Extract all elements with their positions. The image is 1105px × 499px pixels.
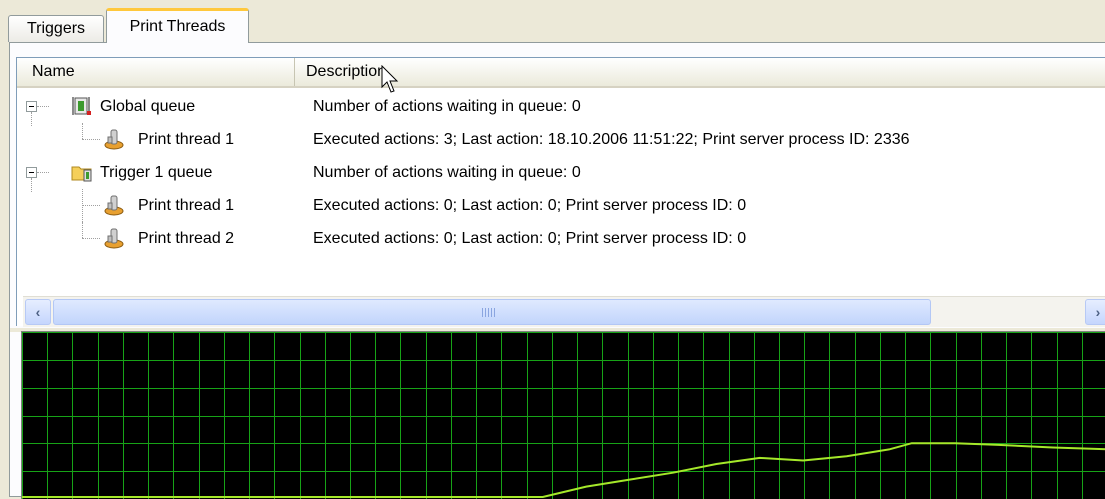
- tree-row-trigger-queue[interactable]: Trigger 1 queue Number of actions waitin…: [17, 156, 1105, 192]
- column-header-name[interactable]: Name: [17, 58, 295, 86]
- collapse-toggle[interactable]: [26, 101, 37, 112]
- tree-row-print-thread[interactable]: Print thread 2 Executed actions: 0; Last…: [17, 222, 1105, 255]
- scroll-left-button[interactable]: ‹: [25, 299, 51, 325]
- tree-connector: [82, 222, 83, 238]
- tab-triggers[interactable]: Triggers: [8, 15, 104, 42]
- horizontal-scrollbar[interactable]: ‹ ›: [23, 296, 1105, 327]
- tree-row-label: Global queue: [100, 98, 196, 115]
- column-header: Name Description: [17, 58, 1105, 88]
- scroll-thumb[interactable]: [53, 299, 931, 325]
- tree-row-description: Executed actions: 0; Last action: 0; Pri…: [313, 197, 747, 214]
- graph-background: [22, 332, 1105, 499]
- tree-row-label: Print thread 2: [138, 230, 235, 247]
- tree-connector: [82, 139, 100, 140]
- tab-print-threads[interactable]: Print Threads: [106, 8, 249, 43]
- scroll-right-button[interactable]: ›: [1085, 299, 1105, 325]
- threads-tree-list[interactable]: Name Description Global queue Number of …: [16, 57, 1105, 327]
- collapse-toggle[interactable]: [26, 167, 37, 178]
- tree-row-description: Executed actions: 3; Last action: 18.10.…: [313, 131, 910, 148]
- tree-connector: [37, 106, 49, 107]
- column-header-description[interactable]: Description: [296, 58, 1105, 86]
- tree-row-global-queue[interactable]: Global queue Number of actions waiting i…: [17, 90, 1105, 126]
- tree-connector: [82, 238, 100, 239]
- tab-panel: Name Description Global queue Number of …: [9, 42, 1105, 499]
- tree-row-print-thread[interactable]: Print thread 1 Executed actions: 3; Last…: [17, 123, 1105, 156]
- tree-connector: [82, 123, 83, 139]
- queue-icon: [72, 97, 91, 115]
- activity-graph: [21, 331, 1105, 499]
- tab-strip: Triggers Print Threads: [0, 0, 1105, 43]
- tree-row-print-thread[interactable]: Print thread 1 Executed actions: 0; Last…: [17, 189, 1105, 222]
- tree-row-description: Executed actions: 0; Last action: 0; Pri…: [313, 230, 747, 247]
- tree-connector: [37, 172, 49, 173]
- tree-row-label: Print thread 1: [138, 197, 235, 214]
- tree-row-description: Number of actions waiting in queue: 0: [313, 98, 581, 115]
- folder-queue-icon: [71, 166, 92, 182]
- tree-connector: [82, 205, 100, 206]
- tree-row-label: Print thread 1: [138, 131, 235, 148]
- tree-row-label: Trigger 1 queue: [100, 164, 213, 181]
- tree-row-description: Number of actions waiting in queue: 0: [313, 164, 581, 181]
- print-thread-icon: [104, 195, 124, 216]
- grip-icon: [482, 308, 496, 317]
- print-thread-icon: [104, 129, 124, 150]
- mouse-cursor-icon: [381, 65, 399, 93]
- print-thread-icon: [104, 228, 124, 249]
